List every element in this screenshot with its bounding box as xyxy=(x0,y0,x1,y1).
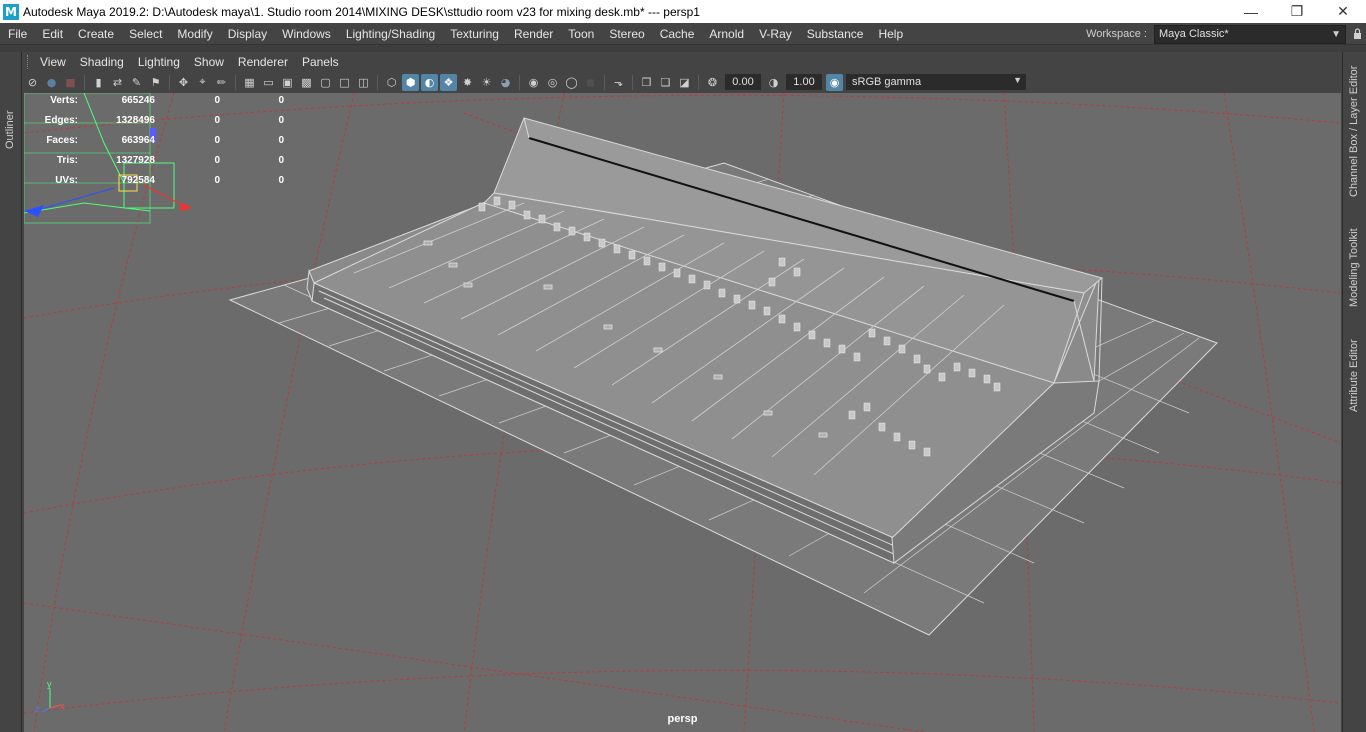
pencil-icon[interactable]: ✏ xyxy=(213,74,230,91)
grid-icon[interactable]: ▦ xyxy=(241,74,258,91)
textured-icon[interactable]: ❖ xyxy=(440,73,457,91)
panel-menu-view[interactable]: View xyxy=(33,55,73,69)
snap-icon[interactable]: ⌖ xyxy=(194,74,211,91)
grease-pencil-icon[interactable]: ✎ xyxy=(128,74,145,91)
camera-attributes-icon[interactable]: ● xyxy=(43,74,60,91)
view-transform-value: sRGB gamma xyxy=(852,76,922,88)
xray-components-icon[interactable]: ◪ xyxy=(676,74,693,91)
color-management-icon[interactable]: ◉ xyxy=(826,73,843,91)
menu-substance[interactable]: Substance xyxy=(799,27,871,41)
depth-of-field-icon[interactable]: ◼ xyxy=(582,74,599,91)
restore-button[interactable]: ❐ xyxy=(1274,0,1320,23)
field-chart-icon[interactable]: ▩ xyxy=(298,74,315,91)
shadows-icon[interactable]: ◕ xyxy=(497,74,514,91)
use-all-lights-icon[interactable]: ✸ xyxy=(459,74,476,91)
view-transform-dropdown[interactable]: sRGB gamma ▼ xyxy=(846,74,1026,90)
right-side-tabs: Channel Box / Layer Editor Modeling Tool… xyxy=(1342,52,1366,732)
panel-menu-renderer[interactable]: Renderer xyxy=(231,55,295,69)
menu-texturing[interactable]: Texturing xyxy=(442,27,506,41)
bookmark-icon[interactable]: ■ xyxy=(62,74,79,91)
ambient-occlusion-icon[interactable]: ◉ xyxy=(525,74,542,91)
window-title: Autodesk Maya 2019.2: D:\Autodesk maya\1… xyxy=(23,4,700,19)
menu-arnold[interactable]: Arnold xyxy=(701,27,751,41)
view-axis-icon xyxy=(41,688,61,713)
isolate-select-icon[interactable]: ⬎ xyxy=(610,74,627,91)
close-icon: ✕ xyxy=(1337,3,1349,19)
panel-menu-lighting[interactable]: Lighting xyxy=(131,55,187,69)
anti-aliasing-icon[interactable]: ◯ xyxy=(563,74,580,91)
panel-menu-panels[interactable]: Panels xyxy=(295,55,346,69)
dropdown-arrow-icon: ▼ xyxy=(1013,75,1022,85)
menu-toon[interactable]: Toon xyxy=(560,27,601,41)
film-gate-icon[interactable]: ⚑ xyxy=(147,74,164,91)
maya-app-icon: M xyxy=(3,3,19,20)
gamma-field[interactable]: 1.00 xyxy=(786,74,822,90)
safe-title-icon[interactable]: □ xyxy=(336,74,353,91)
exposure-icon[interactable]: ❂ xyxy=(704,74,721,91)
lock-icon[interactable] xyxy=(1350,25,1364,44)
lights-icon[interactable]: ☀ xyxy=(478,74,495,91)
panel-menu-bar: View Shading Lighting Show Renderer Pane… xyxy=(23,52,1342,72)
menu-render[interactable]: Render xyxy=(506,27,560,41)
wireframe-icon[interactable]: ⬡ xyxy=(383,74,400,91)
camera-name-label: persp xyxy=(667,713,698,725)
workspace-selector: Workspace : Maya Classic* ▼ xyxy=(1086,24,1366,44)
menu-edit[interactable]: Edit xyxy=(34,27,70,41)
title-bar: M Autodesk Maya 2019.2: D:\Autodesk maya… xyxy=(0,0,1366,23)
menu-file[interactable]: File xyxy=(0,27,34,41)
viewport-scene[interactable] xyxy=(24,93,1341,732)
menu-modify[interactable]: Modify xyxy=(169,27,219,41)
axis-label-y: y xyxy=(47,679,52,689)
menu-select[interactable]: Select xyxy=(121,27,169,41)
menu-display[interactable]: Display xyxy=(220,27,274,41)
menu-vray[interactable]: V-Ray xyxy=(751,27,799,41)
outliner-tab-label: Outliner xyxy=(4,110,16,149)
workspace-value: Maya Classic* xyxy=(1159,28,1229,40)
menu-lighting-shading[interactable]: Lighting/Shading xyxy=(338,27,442,41)
channel-box-tab[interactable]: Channel Box / Layer Editor xyxy=(1348,66,1360,197)
restore-icon: ❐ xyxy=(1290,3,1304,19)
menu-stereo[interactable]: Stereo xyxy=(601,27,651,41)
resolution-gate-icon[interactable]: ▭ xyxy=(260,74,277,91)
exposure-field[interactable]: 0.00 xyxy=(725,74,761,90)
wireframe-on-shaded-icon[interactable]: ◐ xyxy=(421,73,438,91)
panel-menu-show[interactable]: Show xyxy=(187,55,231,69)
dropdown-arrow-icon: ▼ xyxy=(1331,28,1341,40)
outliner-side-tab[interactable]: Outliner xyxy=(0,52,22,732)
menu-windows[interactable]: Windows xyxy=(274,27,338,41)
minimize-icon: — xyxy=(1244,3,1258,20)
gate-mask-icon[interactable]: ▣ xyxy=(279,74,296,91)
safe-action-icon[interactable]: ▢ xyxy=(317,74,334,91)
menu-help[interactable]: Help xyxy=(870,27,910,41)
toolbar-separator xyxy=(0,44,1366,52)
smooth-shade-icon[interactable]: ⬢ xyxy=(402,73,419,91)
panel-toolbar: ⊘ ● ■ ▮ ⇄ ✎ ⚑ ✥ ⌖ ✏ ▦ ▭ ▣ ▩ ▢ □ ◫ ⬡ ⬢ ◐ … xyxy=(23,72,1342,92)
z-axis-manip-icon xyxy=(180,203,192,211)
workspace-dropdown[interactable]: Maya Classic* ▼ xyxy=(1154,24,1346,44)
perspective-viewport[interactable]: y x z Verts: 665246 0 0 Edges: 1328496 0… xyxy=(24,93,1341,732)
attribute-editor-tab[interactable]: Attribute Editor xyxy=(1348,339,1360,412)
select-camera-icon[interactable]: ⊘ xyxy=(24,74,41,91)
xray-icon[interactable]: ❒ xyxy=(638,74,655,91)
modeling-toolkit-tab[interactable]: Modeling Toolkit xyxy=(1348,228,1360,307)
2d-pan-zoom-icon[interactable]: ⇄ xyxy=(109,74,126,91)
move-tool-icon[interactable]: ✥ xyxy=(175,74,192,91)
menu-create[interactable]: Create xyxy=(70,27,121,41)
gamma-icon[interactable]: ◑ xyxy=(765,74,782,91)
axis-label-x: x xyxy=(60,701,65,711)
close-button[interactable]: ✕ xyxy=(1320,0,1366,23)
panel-menu-shading[interactable]: Shading xyxy=(73,55,131,69)
motion-blur-icon[interactable]: ◎ xyxy=(544,74,561,91)
workspace-label: Workspace : xyxy=(1086,28,1147,40)
manipulator-axis-line xyxy=(33,187,115,212)
hud-icon[interactable]: ◫ xyxy=(355,74,372,91)
xray-joints-icon[interactable]: ❑ xyxy=(657,74,674,91)
menu-cache[interactable]: Cache xyxy=(652,27,702,41)
image-plane-icon[interactable]: ▮ xyxy=(90,74,107,91)
minimize-button[interactable]: — xyxy=(1228,0,1274,23)
